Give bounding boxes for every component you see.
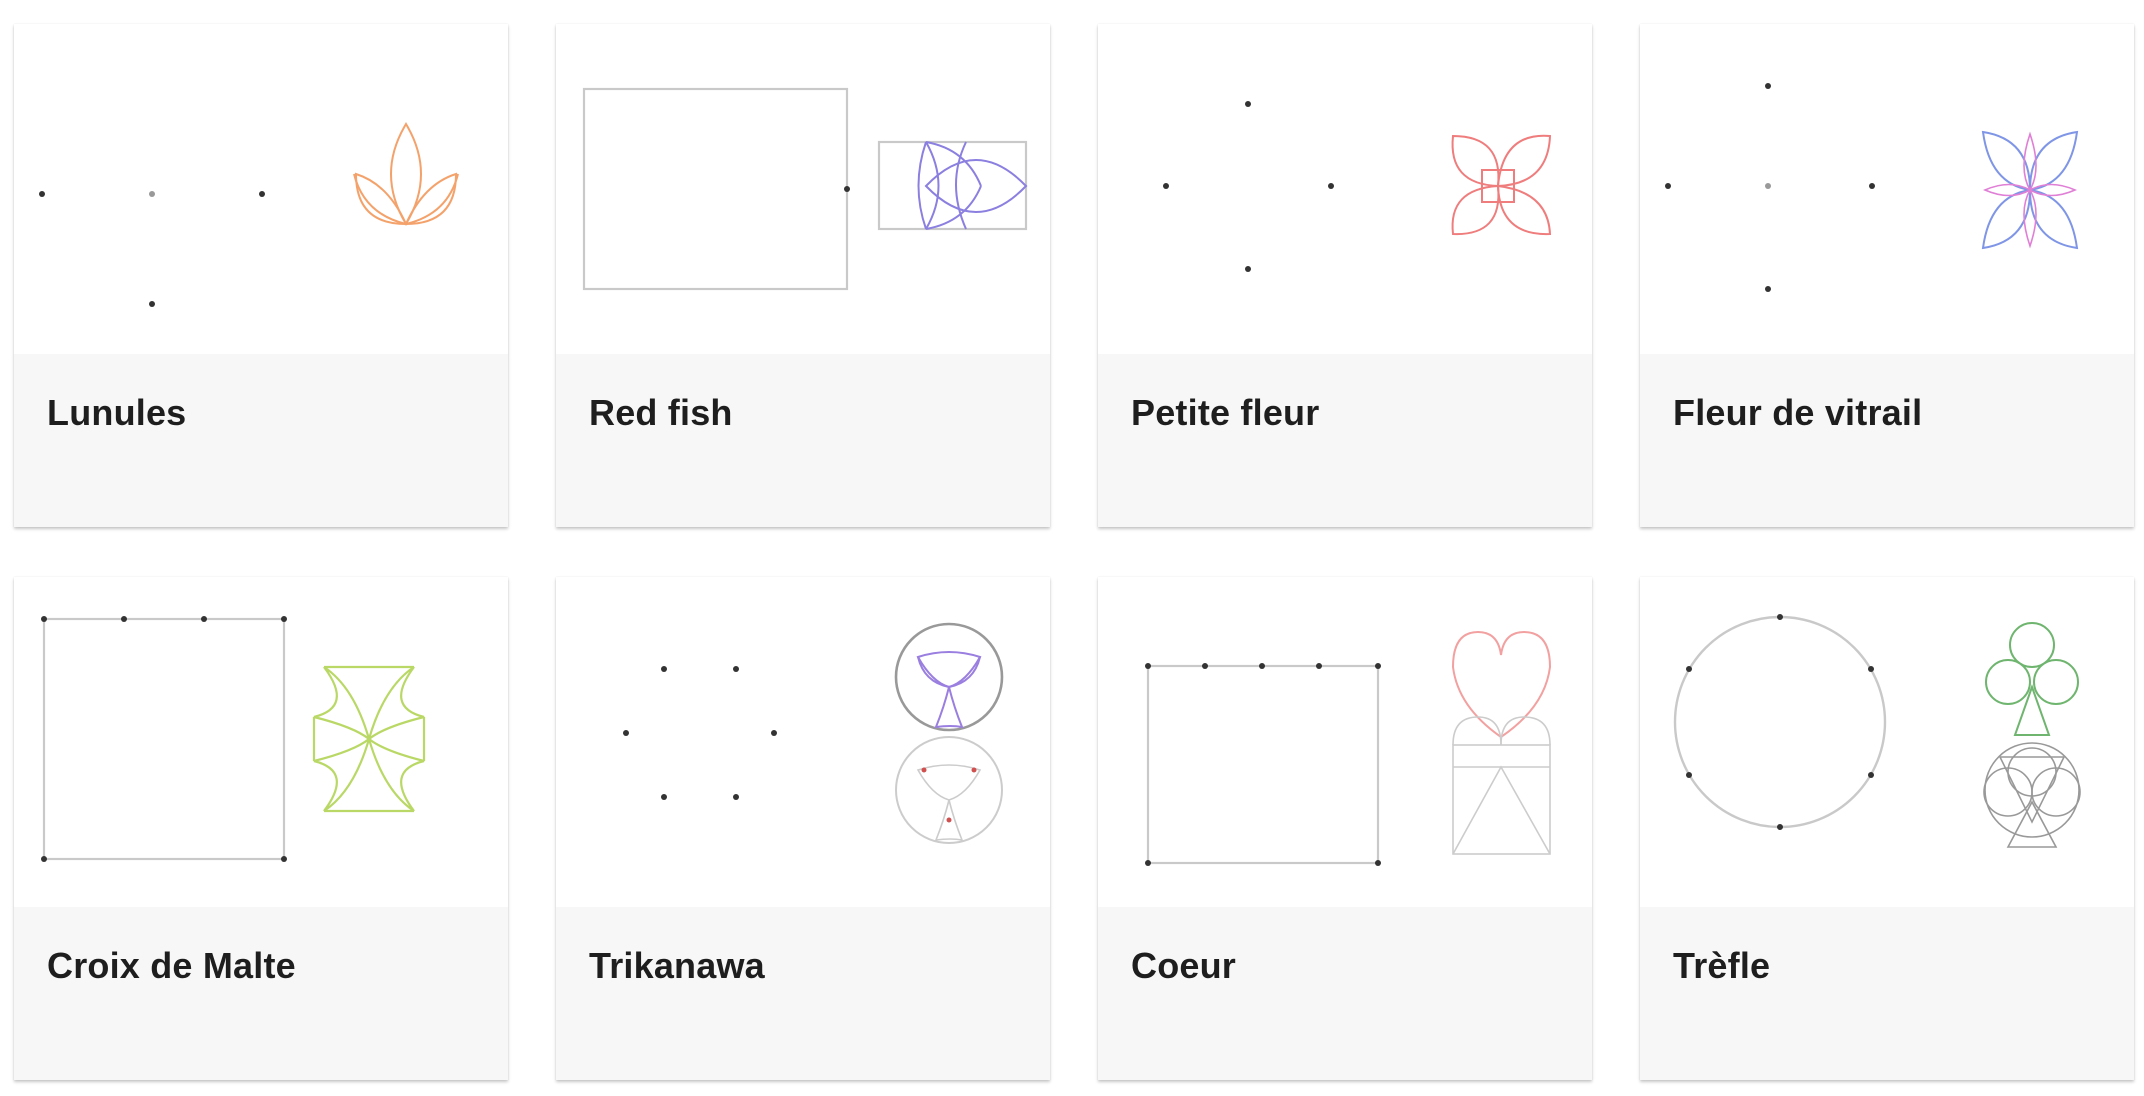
pattern-card-petite-fleur[interactable]: Petite fleur [1098,24,1592,527]
construction-preview [1673,614,2081,848]
pattern-thumbnail [14,577,508,907]
clover-icon [1983,622,2081,848]
pattern-card-trefle[interactable]: Trèfle [1640,577,2134,1080]
flower-icon [1451,134,1552,236]
pattern-thumbnail [14,24,508,354]
pattern-title: Red fish [589,392,733,433]
pattern-thumbnail [556,24,1050,354]
pattern-card-croix-de-malte[interactable]: Croix de Malte [14,577,508,1080]
fish-icon [917,141,1028,230]
pattern-title: Lunules [47,392,187,433]
construction-preview [582,87,1028,291]
maltese-cross-icon [312,665,426,813]
construction-preview [39,122,459,307]
pattern-title: Petite fleur [1131,392,1320,433]
pattern-title: Fleur de vitrail [1673,392,1923,433]
pattern-thumbnail [556,577,1050,907]
pattern-thumbnail [1098,24,1592,354]
pattern-card-red-fish[interactable]: Red fish [556,24,1050,527]
lotus-icon [353,122,459,226]
construction-preview [623,622,1004,844]
pattern-card-trikanawa[interactable]: Trikanawa [556,577,1050,1080]
pattern-gallery: Lunules Red fish Petite fleur Fleur de v… [14,24,2134,1080]
pattern-title: Trikanawa [589,945,765,986]
pattern-card-coeur[interactable]: Coeur [1098,577,1592,1080]
pattern-title: Croix de Malte [47,945,296,986]
pattern-thumbnail [1640,24,2134,354]
heart-icon [1451,630,1552,855]
construction-preview [41,616,426,862]
pattern-card-fleur-de-vitrail[interactable]: Fleur de vitrail [1640,24,2134,527]
construction-preview [1163,101,1552,272]
pattern-card-lunules[interactable]: Lunules [14,24,508,527]
construction-preview [1145,630,1552,866]
construction-preview [1665,83,2079,292]
pattern-thumbnail [1098,577,1592,907]
pattern-thumbnail [1640,577,2134,907]
pattern-title: Coeur [1131,945,1237,986]
pattern-title: Trèfle [1673,945,1771,986]
stained-glass-overlay-icon [1983,131,2077,249]
trikanawa-icon [894,622,1004,844]
